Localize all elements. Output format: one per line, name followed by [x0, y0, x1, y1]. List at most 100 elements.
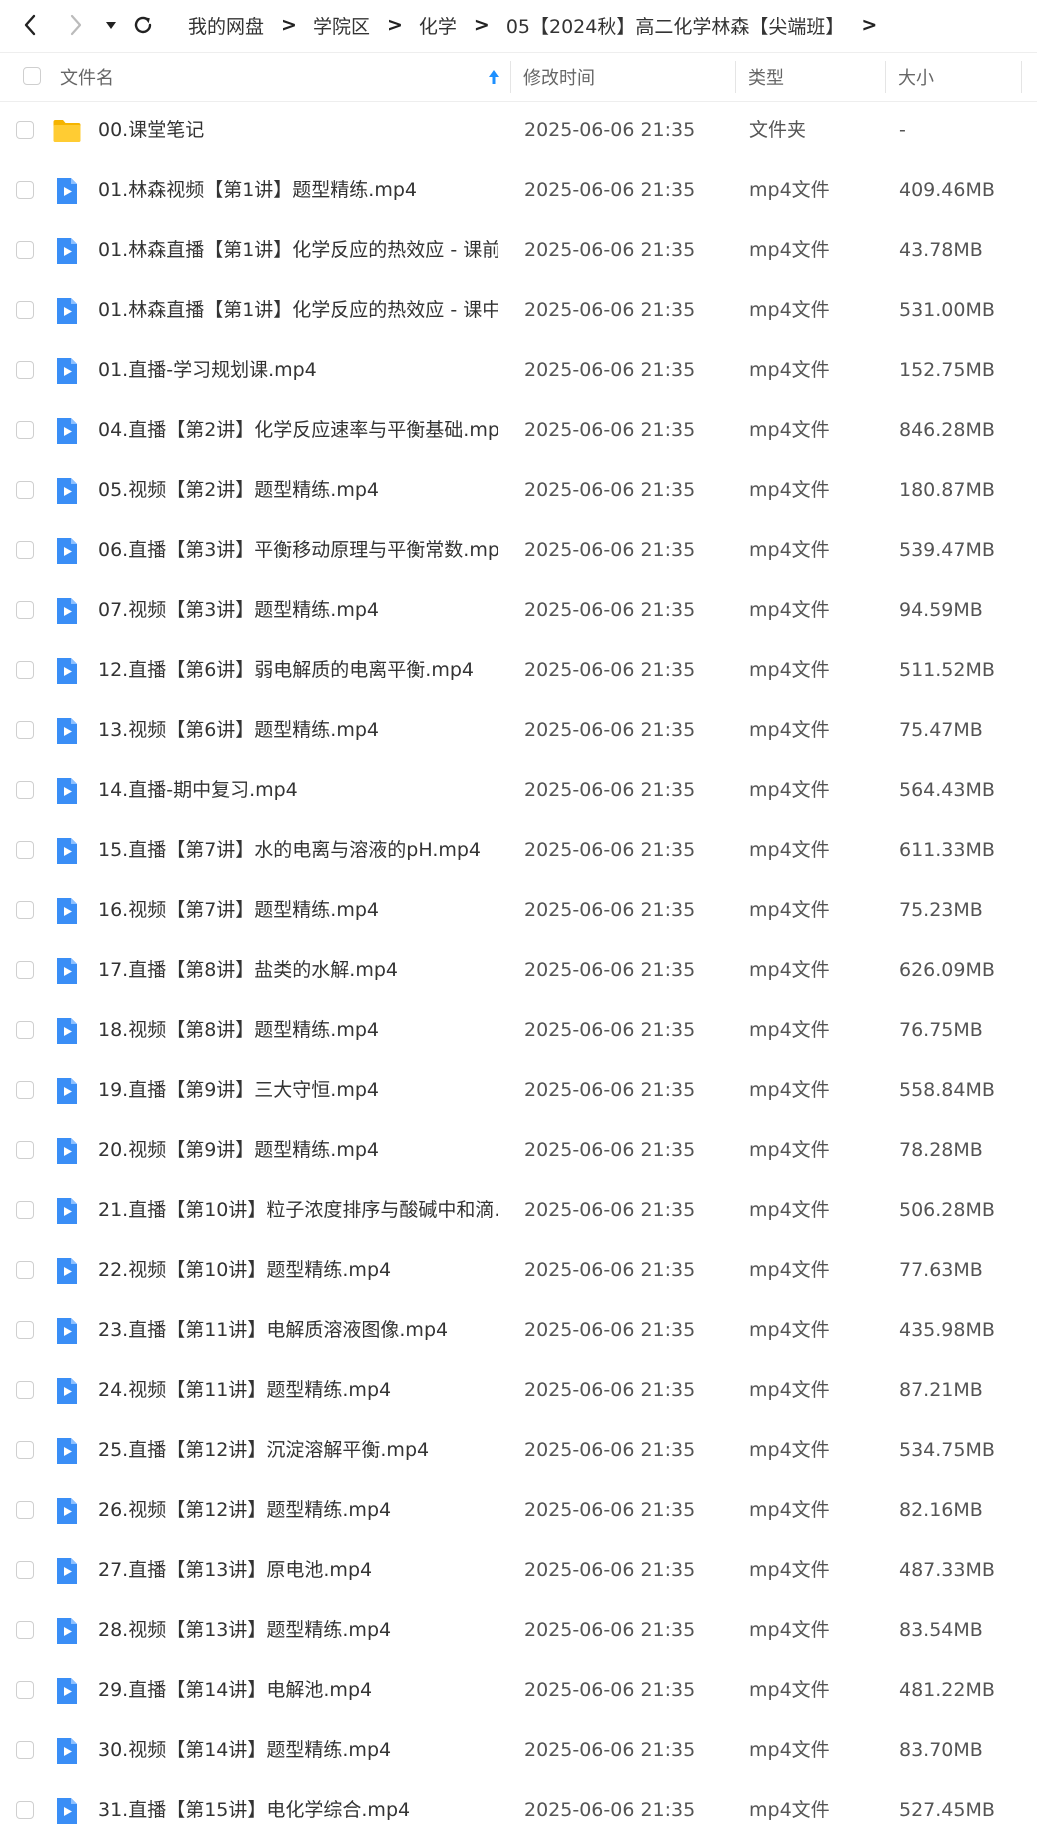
column-header-modified[interactable]: 修改时间	[523, 53, 595, 101]
row-checkbox[interactable]	[16, 481, 34, 499]
column-divider[interactable]	[510, 61, 511, 93]
file-row[interactable]: 01.直播-学习规划课.mp4 2025-06-06 21:35 mp4文件 152.…	[0, 340, 1037, 400]
file-row[interactable]: 05.视频【第2讲】题型精练.mp4 2025-06-06 21:35 mp4文件 1…	[0, 460, 1037, 520]
file-row[interactable]: 28.视频【第13讲】题型精练.mp4 2025-06-06 21:35 mp4文件…	[0, 1600, 1037, 1660]
file-row[interactable]: 23.直播【第11讲】电解质溶液图像.mp4 2025-06-06 21:35 mp…	[0, 1300, 1037, 1360]
row-checkbox[interactable]	[16, 781, 34, 799]
row-checkbox[interactable]	[16, 1441, 34, 1459]
row-checkbox[interactable]	[16, 1201, 34, 1219]
file-row[interactable]: 01.林森直播【第1讲】化学反应的热效应 - 课中... 2025-06-06 2…	[0, 280, 1037, 340]
file-name[interactable]: 18.视频【第8讲】题型精练.mp4	[98, 1000, 379, 1060]
file-row[interactable]: 00.课堂笔记 2025-06-06 21:35 文件夹 -	[0, 100, 1037, 160]
file-name[interactable]: 23.直播【第11讲】电解质溶液图像.mp4	[98, 1300, 448, 1360]
file-row[interactable]: 13.视频【第6讲】题型精练.mp4 2025-06-06 21:35 mp4文件 7…	[0, 700, 1037, 760]
file-row[interactable]: 18.视频【第8讲】题型精练.mp4 2025-06-06 21:35 mp4文件 7…	[0, 1000, 1037, 1060]
row-checkbox[interactable]	[16, 601, 34, 619]
back-button[interactable]	[18, 10, 42, 40]
row-checkbox[interactable]	[16, 841, 34, 859]
file-name[interactable]: 29.直播【第14讲】电解池.mp4	[98, 1660, 372, 1720]
file-name[interactable]: 27.直播【第13讲】原电池.mp4	[98, 1540, 372, 1600]
file-name[interactable]: 17.直播【第8讲】盐类的水解.mp4	[98, 940, 398, 1000]
breadcrumb-more[interactable]: >	[861, 14, 877, 36]
file-name[interactable]: 01.林森视频【第1讲】题型精练.mp4	[98, 160, 417, 220]
column-divider[interactable]	[1021, 61, 1022, 93]
file-name[interactable]: 05.视频【第2讲】题型精练.mp4	[98, 460, 379, 520]
row-checkbox[interactable]	[16, 541, 34, 559]
file-row[interactable]: 12.直播【第6讲】弱电解质的电离平衡.mp4 2025-06-06 21:35 m…	[0, 640, 1037, 700]
select-all-checkbox[interactable]	[23, 67, 41, 85]
row-checkbox[interactable]	[16, 661, 34, 679]
file-name[interactable]: 22.视频【第10讲】题型精练.mp4	[98, 1240, 391, 1300]
row-checkbox[interactable]	[16, 1801, 34, 1819]
file-row[interactable]: 16.视频【第7讲】题型精练.mp4 2025-06-06 21:35 mp4文件 7…	[0, 880, 1037, 940]
file-row[interactable]: 17.直播【第8讲】盐类的水解.mp4 2025-06-06 21:35 mp4文件…	[0, 940, 1037, 1000]
file-row[interactable]: 01.林森直播【第1讲】化学反应的热效应 - 课前... 2025-06-06 2…	[0, 220, 1037, 280]
file-name[interactable]: 30.视频【第14讲】题型精练.mp4	[98, 1720, 391, 1780]
file-name[interactable]: 14.直播-期中复习.mp4	[98, 760, 298, 820]
row-checkbox[interactable]	[16, 241, 34, 259]
file-row[interactable]: 21.直播【第10讲】粒子浓度排序与酸碱中和滴... 2025-06-06 21:…	[0, 1180, 1037, 1240]
sort-ascending-icon[interactable]	[487, 67, 501, 87]
row-checkbox[interactable]	[16, 1621, 34, 1639]
row-checkbox[interactable]	[16, 181, 34, 199]
file-row[interactable]: 27.直播【第13讲】原电池.mp4 2025-06-06 21:35 mp4文件 4…	[0, 1540, 1037, 1600]
row-checkbox[interactable]	[16, 721, 34, 739]
file-name[interactable]: 24.视频【第11讲】题型精练.mp4	[98, 1360, 391, 1420]
row-checkbox[interactable]	[16, 1321, 34, 1339]
breadcrumb-item-my-drive[interactable]: 我的网盘	[188, 12, 264, 39]
file-row[interactable]: 25.直播【第12讲】沉淀溶解平衡.mp4 2025-06-06 21:35 mp4…	[0, 1420, 1037, 1480]
history-dropdown-button[interactable]	[102, 10, 120, 40]
file-name[interactable]: 28.视频【第13讲】题型精练.mp4	[98, 1600, 391, 1660]
file-row[interactable]: 01.林森视频【第1讲】题型精练.mp4 2025-06-06 21:35 mp4文…	[0, 160, 1037, 220]
file-row[interactable]: 30.视频【第14讲】题型精练.mp4 2025-06-06 21:35 mp4文件…	[0, 1720, 1037, 1780]
file-name[interactable]: 07.视频【第3讲】题型精练.mp4	[98, 580, 379, 640]
row-checkbox[interactable]	[16, 1021, 34, 1039]
row-checkbox[interactable]	[16, 1081, 34, 1099]
file-name[interactable]: 06.直播【第3讲】平衡移动原理与平衡常数.mp4	[98, 520, 498, 580]
file-name[interactable]: 01.林森直播【第1讲】化学反应的热效应 - 课前...	[98, 220, 498, 280]
breadcrumb-item-chemistry[interactable]: 化学	[419, 12, 457, 39]
file-row[interactable]: 07.视频【第3讲】题型精练.mp4 2025-06-06 21:35 mp4文件 9…	[0, 580, 1037, 640]
row-checkbox[interactable]	[16, 1141, 34, 1159]
file-name[interactable]: 25.直播【第12讲】沉淀溶解平衡.mp4	[98, 1420, 429, 1480]
file-name[interactable]: 12.直播【第6讲】弱电解质的电离平衡.mp4	[98, 640, 474, 700]
row-checkbox[interactable]	[16, 901, 34, 919]
row-checkbox[interactable]	[16, 1261, 34, 1279]
column-header-name[interactable]: 文件名	[60, 53, 114, 101]
row-checkbox[interactable]	[16, 961, 34, 979]
column-divider[interactable]	[885, 61, 886, 93]
file-row[interactable]: 24.视频【第11讲】题型精练.mp4 2025-06-06 21:35 mp4文件…	[0, 1360, 1037, 1420]
file-name[interactable]: 15.直播【第7讲】水的电离与溶液的pH.mp4	[98, 820, 481, 880]
file-row[interactable]: 22.视频【第10讲】题型精练.mp4 2025-06-06 21:35 mp4文件…	[0, 1240, 1037, 1300]
column-header-type[interactable]: 类型	[748, 53, 784, 101]
breadcrumb-item-academy[interactable]: 学院区	[313, 12, 370, 39]
file-name[interactable]: 00.课堂笔记	[98, 100, 204, 160]
file-row[interactable]: 04.直播【第2讲】化学反应速率与平衡基础.mp4 2025-06-06 21:3…	[0, 400, 1037, 460]
file-row[interactable]: 31.直播【第15讲】电化学综合.mp4 2025-06-06 21:35 mp4文…	[0, 1780, 1037, 1840]
file-name[interactable]: 01.直播-学习规划课.mp4	[98, 340, 317, 400]
file-row[interactable]: 29.直播【第14讲】电解池.mp4 2025-06-06 21:35 mp4文件 4…	[0, 1660, 1037, 1720]
file-name[interactable]: 13.视频【第6讲】题型精练.mp4	[98, 700, 379, 760]
row-checkbox[interactable]	[16, 301, 34, 319]
forward-button[interactable]	[64, 10, 88, 40]
row-checkbox[interactable]	[16, 1381, 34, 1399]
row-checkbox[interactable]	[16, 121, 34, 139]
file-name[interactable]: 01.林森直播【第1讲】化学反应的热效应 - 课中...	[98, 280, 498, 340]
file-row[interactable]: 14.直播-期中复习.mp4 2025-06-06 21:35 mp4文件 564.4…	[0, 760, 1037, 820]
file-row[interactable]: 06.直播【第3讲】平衡移动原理与平衡常数.mp4 2025-06-06 21:3…	[0, 520, 1037, 580]
file-row[interactable]: 26.视频【第12讲】题型精练.mp4 2025-06-06 21:35 mp4文件…	[0, 1480, 1037, 1540]
row-checkbox[interactable]	[16, 361, 34, 379]
file-name[interactable]: 21.直播【第10讲】粒子浓度排序与酸碱中和滴...	[98, 1180, 498, 1240]
refresh-button[interactable]	[130, 10, 156, 40]
row-checkbox[interactable]	[16, 1501, 34, 1519]
file-name[interactable]: 19.直播【第9讲】三大守恒.mp4	[98, 1060, 379, 1120]
column-header-size[interactable]: 大小	[898, 53, 934, 101]
file-row[interactable]: 20.视频【第9讲】题型精练.mp4 2025-06-06 21:35 mp4文件 7…	[0, 1120, 1037, 1180]
file-name[interactable]: 26.视频【第12讲】题型精练.mp4	[98, 1480, 391, 1540]
file-row[interactable]: 15.直播【第7讲】水的电离与溶液的pH.mp4 2025-06-06 21:35…	[0, 820, 1037, 880]
file-row[interactable]: 19.直播【第9讲】三大守恒.mp4 2025-06-06 21:35 mp4文件 5…	[0, 1060, 1037, 1120]
file-name[interactable]: 16.视频【第7讲】题型精练.mp4	[98, 880, 379, 940]
file-name[interactable]: 31.直播【第15讲】电化学综合.mp4	[98, 1780, 410, 1840]
row-checkbox[interactable]	[16, 421, 34, 439]
row-checkbox[interactable]	[16, 1561, 34, 1579]
